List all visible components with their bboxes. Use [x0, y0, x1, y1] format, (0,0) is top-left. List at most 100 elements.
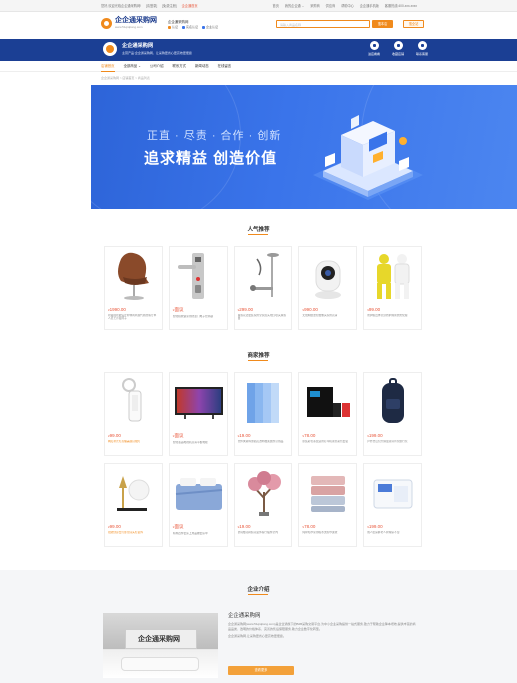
- reception-sign: 企企通采购网: [138, 636, 180, 643]
- product-price: ¥990.00: [302, 307, 318, 312]
- product-desc: 成人纸尿裤老人护理尿不湿: [367, 531, 400, 534]
- product-card[interactable]: ¥990.00 无线网络监控摄像头家用高清: [298, 246, 358, 330]
- ink-cartridge-icon: [299, 373, 356, 431]
- topbar-link-help[interactable]: 帮助中心: [341, 4, 354, 8]
- product-price: ¥面议: [172, 433, 184, 438]
- camera-icon: [299, 247, 356, 305]
- product-card[interactable]: ¥199.00 成人纸尿裤老人护理尿不湿: [363, 463, 422, 547]
- product-desc: 鸡蛋椅北欧设计师休闲椅现代简约客厅单人皮艺沙发椅子: [108, 314, 157, 321]
- product-desc: 纯棉毛巾家用吸水洗脸巾柔软: [302, 531, 338, 534]
- search-site-button[interactable]: 搜全站: [403, 20, 424, 28]
- product-card[interactable]: ¥面议 纯棉四件套床上用品被套床单: [168, 463, 228, 547]
- search-input[interactable]: 请输入商品名称: [276, 20, 370, 28]
- star-icon: [393, 41, 403, 50]
- lamp-icon: [105, 464, 162, 522]
- towel-icon: [299, 464, 356, 522]
- popular-section-title: 人气推荐: [247, 227, 270, 233]
- shop-action-favorite[interactable]: 收藏店铺: [386, 41, 410, 56]
- product-card[interactable]: ¥面议 智能指纹锁家用防盗门电子密码锁: [168, 246, 228, 330]
- topbar-link-supplier[interactable]: 供应商: [326, 4, 336, 8]
- site-header: [0, 12, 517, 39]
- badge-realname: 实名认证: [182, 25, 198, 29]
- logo-url: www.51qiqitong.com: [115, 25, 143, 29]
- tv-icon: [170, 373, 227, 431]
- product-price: ¥78.00: [302, 524, 316, 529]
- nav-item-message[interactable]: 在线留言: [218, 61, 232, 72]
- welcome-text: 您好,欢迎光临企企通采购网!: [101, 4, 142, 8]
- site-logo[interactable]: 企企通采购网 www.51qiqitong.com: [101, 17, 157, 29]
- popular-grid: ¥1990.00 鸡蛋椅北欧设计师休闲椅现代简约客厅单人皮艺沙发椅子 ¥面议 智…: [104, 246, 424, 330]
- home-link[interactable]: 企企通首页: [182, 4, 198, 8]
- product-price: ¥78.00: [302, 433, 316, 438]
- company-name: 企企通采购网: [228, 613, 261, 619]
- certification-badges: 认证 实名认证 企业认证: [168, 25, 222, 29]
- product-card[interactable]: ¥面议 智能液晶电视机高清平板电视: [168, 372, 228, 456]
- product-card[interactable]: ¥99.00 防护服连体全身防护隔离衣防化服: [363, 246, 422, 330]
- company-section-title: 企业介绍: [247, 587, 270, 593]
- product-price: ¥199.00: [367, 433, 383, 438]
- product-price: ¥1990.00: [108, 307, 126, 312]
- shop-action-contact[interactable]: 联系客服: [410, 41, 434, 56]
- shop-description: 主营产品:企企通采购网、让采购更省心更高效更便捷: [122, 51, 192, 55]
- reception-desk: [121, 657, 199, 671]
- topbar-right: 首页 我的企企通 ⌄ 采购商 供应商 帮助中心 企企通手机版 客服热线:400-…: [268, 3, 417, 9]
- topbar-link-my[interactable]: 我的企企通 ⌄: [285, 4, 305, 8]
- product-price: ¥面议: [172, 307, 184, 312]
- topbar-left: 您好,欢迎光临企企通采购网! [请登录] [免费注册] 企企通首页: [101, 3, 202, 9]
- product-desc: 淋浴花洒套装家用全铜龙头增压喷头淋浴器: [237, 314, 286, 321]
- product-card[interactable]: ¥199.00 户外登山包大容量双肩背包旅行包: [363, 372, 422, 456]
- product-card[interactable]: ¥1990.00 鸡蛋椅北欧设计师休闲椅现代简约客厅单人皮艺沙发椅子: [104, 246, 163, 330]
- topbar-link-home[interactable]: 首页: [273, 4, 279, 8]
- product-card[interactable]: ¥78.00 纯棉毛巾家用吸水洗脸巾柔软: [298, 463, 358, 547]
- company-photo: 企企通采购网: [103, 613, 218, 678]
- product-price: ¥19.00: [237, 524, 251, 529]
- top-utility-bar: 您好,欢迎光临企企通采购网! [请登录] [免费注册] 企企通首页 首页 我的企…: [0, 0, 517, 12]
- logo-title: 企企通采购网: [115, 17, 157, 24]
- store-icon: [369, 41, 379, 50]
- register-link[interactable]: [免费注册]: [162, 4, 177, 8]
- company-description: 企企通采购网(www.51qiqitong.com)是企企通旗下的B2B采购交易…: [228, 622, 416, 639]
- diaper-icon: [364, 464, 421, 522]
- shop-nav: 店铺首页 全部商品 ⌄ 公司介绍 联系方式 新闻动态 在线留言: [0, 61, 517, 72]
- product-card[interactable]: ¥99.00 网红补光灯直播美颜自拍灯: [104, 372, 163, 456]
- product-desc: 无线网络监控摄像头家用高清: [302, 314, 338, 317]
- product-price: ¥99.00: [108, 524, 121, 529]
- header-company-name: 企企通采购网: [168, 20, 189, 24]
- enterprise-icon: [202, 25, 206, 29]
- product-card[interactable]: ¥99.00 北欧创意台灯卧室床头灯装饰: [104, 463, 163, 547]
- product-card[interactable]: ¥78.00 原装彩色墨盒适用打印机黑色彩色套装: [298, 372, 358, 456]
- hero-banner[interactable]: 正直 · 尽责 · 合作 · 创新 追求精益 创造价值: [91, 85, 517, 209]
- product-price: ¥199.00: [367, 524, 383, 529]
- shop-action-visit[interactable]: 进店看看: [362, 41, 386, 56]
- badge-enterprise: 企业认证: [202, 25, 218, 29]
- product-desc: 网红补光灯直播美颜自拍灯: [108, 440, 141, 443]
- nav-item-news[interactable]: 新闻动态: [195, 61, 209, 72]
- product-card[interactable]: ¥19.00 文件夹资料册插页透明档案袋办公用品: [233, 372, 293, 456]
- product-desc: 智能指纹锁家用防盗门电子密码锁: [172, 315, 214, 318]
- product-desc: 仿真樱花树假花装饰客厅摆件室内: [237, 531, 278, 534]
- backpack-icon: [364, 373, 421, 431]
- product-card[interactable]: ¥19.00 仿真樱花树假花装饰客厅摆件室内: [233, 463, 293, 547]
- product-card[interactable]: ¥299.00 淋浴花洒套装家用全铜龙头增压喷头淋浴器: [233, 246, 293, 330]
- search-store-button[interactable]: 搜本店: [372, 20, 393, 28]
- topbar-hotline: 客服热线:400-xxx-xxxx: [384, 4, 417, 8]
- nav-item-about[interactable]: 公司介绍: [150, 61, 164, 72]
- nav-item-home[interactable]: 店铺首页: [101, 61, 115, 72]
- hero-slogan-big: 追求精益 创造价值: [144, 150, 278, 167]
- company-more-button[interactable]: 查看更多: [228, 666, 294, 675]
- product-desc: 智能液晶电视机高清平板电视: [172, 441, 208, 444]
- nav-item-products[interactable]: 全部商品 ⌄: [124, 61, 141, 72]
- nav-item-contact[interactable]: 联系方式: [172, 61, 186, 72]
- door-lock-icon: [170, 247, 227, 305]
- realname-icon: [182, 25, 186, 29]
- topbar-link-buyer[interactable]: 采购商: [310, 4, 320, 8]
- login-link[interactable]: [请登录]: [146, 4, 157, 8]
- section-underline: [248, 594, 268, 595]
- topbar-link-mobile[interactable]: 企企通手机版: [360, 4, 379, 8]
- badge-verified: 认证: [168, 25, 178, 29]
- section-underline: [248, 360, 268, 361]
- hero-slogan-small: 正直 · 尽责 · 合作 · 创新: [147, 130, 282, 142]
- product-desc: 纯棉四件套床上用品被套床单: [172, 532, 208, 535]
- section-underline: [248, 234, 268, 235]
- product-desc: 户外登山包大容量双肩背包旅行包: [367, 440, 408, 443]
